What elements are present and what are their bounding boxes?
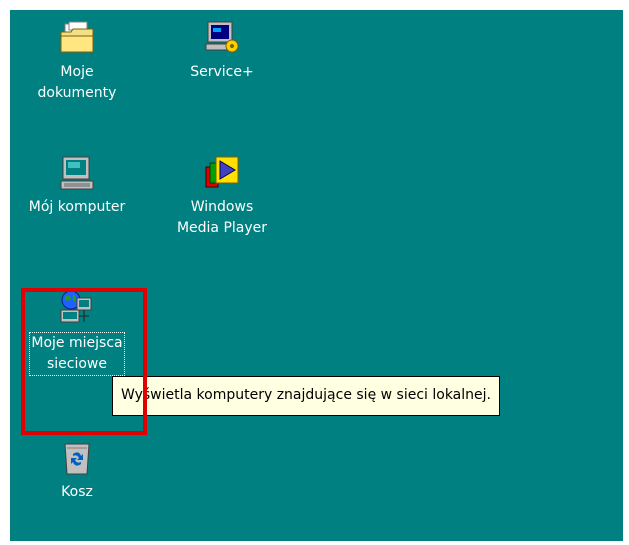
tooltip-text: Wyświetla komputery znajdujące się w sie… <box>121 387 491 403</box>
recycle-bin-icon <box>59 440 95 476</box>
icon-label: Service+ <box>190 64 254 80</box>
icon-label: Moje dokumenty <box>37 64 117 101</box>
desktop-icon-media-player[interactable]: Windows Media Player <box>157 155 287 239</box>
desktop-icon-my-computer[interactable]: Mój komputer <box>12 155 142 218</box>
icon-label: Mój komputer <box>28 199 126 215</box>
folder-icon <box>59 20 95 56</box>
media-player-icon <box>204 155 240 191</box>
desktop-icon-service-plus[interactable]: Service+ <box>157 20 287 83</box>
tooltip: Wyświetla komputery znajdujące się w sie… <box>112 376 500 416</box>
computer-icon <box>59 155 95 191</box>
icon-label: Windows Media Player <box>176 199 268 236</box>
desktop-icon-my-documents[interactable]: Moje dokumenty <box>12 20 142 104</box>
desktop[interactable]: Moje dokumenty Service+ Mój komputer Win… <box>10 10 623 541</box>
highlight-box <box>21 288 147 435</box>
desktop-icon-recycle-bin[interactable]: Kosz <box>12 440 142 503</box>
icon-label: Kosz <box>61 484 93 500</box>
service-computer-icon <box>204 20 240 56</box>
